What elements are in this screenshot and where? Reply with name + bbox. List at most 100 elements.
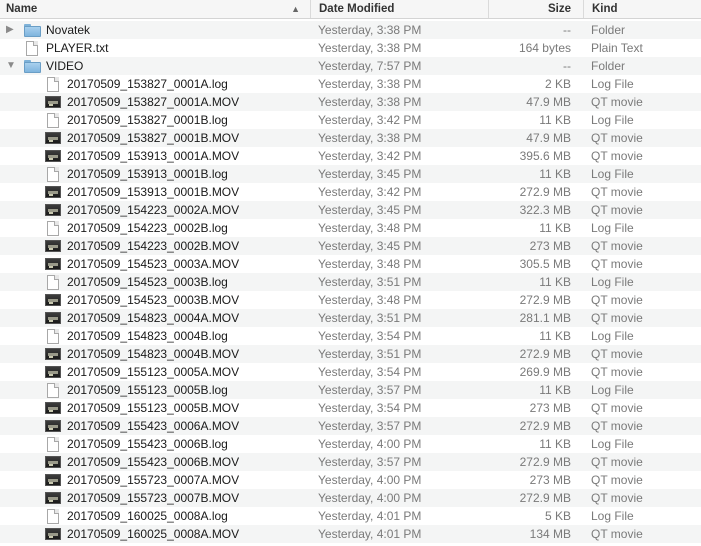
document-icon	[26, 41, 38, 56]
file-row[interactable]: 20170509_153913_0001B.MOV Yesterday, 3:42…	[0, 183, 701, 201]
file-row[interactable]: 20170509_154823_0004A.MOV Yesterday, 3:51…	[0, 309, 701, 327]
size-cell: 2 KB	[544, 77, 571, 91]
movie-thumbnail-icon	[45, 96, 61, 108]
date-modified-cell: Yesterday, 3:45 PM	[318, 203, 422, 217]
date-modified-cell: Yesterday, 3:42 PM	[318, 113, 422, 127]
file-row[interactable]: 20170509_154223_0002B.MOV Yesterday, 3:45…	[0, 237, 701, 255]
size-cell: 272.9 MB	[519, 293, 571, 307]
file-row[interactable]: 20170509_160025_0008A.MOV Yesterday, 4:01…	[0, 525, 701, 543]
name-cell: 20170509_153827_0001B.MOV	[0, 129, 310, 147]
file-row[interactable]: PLAYER.txt Yesterday, 3:38 PM 164 bytes Pla…	[0, 39, 701, 57]
movie-thumbnail-icon	[45, 150, 61, 162]
file-row[interactable]: 20170509_154523_0003B.log Yesterday, 3:51…	[0, 273, 701, 291]
kind-cell: QT movie	[591, 419, 643, 433]
file-name: 20170509_153913_0001A.MOV	[67, 149, 240, 163]
kind-cell: Log File	[591, 509, 634, 523]
file-name: VIDEO	[46, 59, 84, 73]
document-icon	[47, 509, 59, 524]
column-header-date-modified[interactable]: Date Modified	[310, 0, 488, 18]
size-cell: 269.9 MB	[519, 365, 571, 379]
kind-cell: Log File	[591, 167, 634, 181]
name-cell: 20170509_154223_0002A.MOV	[0, 201, 310, 219]
kind-cell: Log File	[591, 275, 634, 289]
folder-icon	[24, 60, 41, 73]
file-row[interactable]: 20170509_155423_0006B.log Yesterday, 4:00…	[0, 435, 701, 453]
size-cell: 305.5 MB	[519, 257, 571, 271]
size-cell: 322.3 MB	[519, 203, 571, 217]
size-cell: 273 MB	[529, 401, 571, 415]
column-header-size[interactable]: Size	[488, 0, 583, 18]
name-cell: 20170509_154523_0003A.MOV	[0, 255, 310, 273]
kind-cell: Plain Text	[591, 41, 643, 55]
name-cell: 20170509_155123_0005B.log	[0, 381, 310, 399]
size-cell: 272.9 MB	[519, 491, 571, 505]
file-name: 20170509_153913_0001B.MOV	[67, 185, 240, 199]
date-modified-cell: Yesterday, 3:57 PM	[318, 419, 422, 433]
file-row[interactable]: 20170509_154223_0002A.MOV Yesterday, 3:45…	[0, 201, 701, 219]
disclosure-collapsed-icon[interactable]: ▶	[6, 24, 16, 36]
kind-cell: QT movie	[591, 365, 643, 379]
file-row[interactable]: 20170509_153827_0001B.log Yesterday, 3:42…	[0, 111, 701, 129]
movie-thumbnail-icon	[45, 258, 61, 270]
file-row[interactable]: 20170509_155423_0006B.MOV Yesterday, 3:57…	[0, 453, 701, 471]
file-row[interactable]: 20170509_153827_0001A.MOV Yesterday, 3:38…	[0, 93, 701, 111]
file-name: 20170509_154823_0004A.MOV	[67, 311, 240, 325]
file-row[interactable]: 20170509_154523_0003B.MOV Yesterday, 3:48…	[0, 291, 701, 309]
file-row[interactable]: 20170509_153827_0001B.MOV Yesterday, 3:38…	[0, 129, 701, 147]
size-cell: 11 KB	[539, 221, 571, 235]
column-header-kind-label: Kind	[592, 3, 618, 15]
size-cell: 272.9 MB	[519, 455, 571, 469]
file-row[interactable]: 20170509_160025_0008A.log Yesterday, 4:01…	[0, 507, 701, 525]
kind-cell: Log File	[591, 113, 634, 127]
kind-cell: QT movie	[591, 203, 643, 217]
file-name: 20170509_154523_0003B.log	[67, 275, 228, 289]
date-modified-cell: Yesterday, 4:01 PM	[318, 527, 422, 541]
file-row[interactable]: 20170509_153913_0001A.MOV Yesterday, 3:42…	[0, 147, 701, 165]
file-row[interactable]: 20170509_155723_0007A.MOV Yesterday, 4:00…	[0, 471, 701, 489]
document-icon	[47, 383, 59, 398]
column-header-kind[interactable]: Kind	[583, 0, 701, 18]
date-modified-cell: Yesterday, 3:38 PM	[318, 131, 422, 145]
file-row[interactable]: 20170509_155123_0005B.MOV Yesterday, 3:54…	[0, 399, 701, 417]
file-row[interactable]: 20170509_155723_0007B.MOV Yesterday, 4:00…	[0, 489, 701, 507]
date-modified-cell: Yesterday, 3:54 PM	[318, 365, 422, 379]
file-row[interactable]: ▶ Novatek Yesterday, 3:38 PM -- Folder	[0, 21, 701, 39]
file-row[interactable]: 20170509_153913_0001B.log Yesterday, 3:45…	[0, 165, 701, 183]
file-name: 20170509_153913_0001B.log	[67, 167, 228, 181]
file-row[interactable]: 20170509_154823_0004B.log Yesterday, 3:54…	[0, 327, 701, 345]
file-name: 20170509_154223_0002A.MOV	[67, 203, 240, 217]
date-modified-cell: Yesterday, 3:54 PM	[318, 401, 422, 415]
file-name: 20170509_154523_0003B.MOV	[67, 293, 240, 307]
name-cell: 20170509_155123_0005A.MOV	[0, 363, 310, 381]
file-row[interactable]: 20170509_153827_0001A.log Yesterday, 3:38…	[0, 75, 701, 93]
date-modified-cell: Yesterday, 3:57 PM	[318, 383, 422, 397]
file-name: 20170509_155423_0006A.MOV	[67, 419, 240, 433]
file-row[interactable]: 20170509_154523_0003A.MOV Yesterday, 3:48…	[0, 255, 701, 273]
name-cell: 20170509_154223_0002B.MOV	[0, 237, 310, 255]
kind-cell: Folder	[591, 23, 626, 37]
movie-thumbnail-icon	[45, 348, 61, 360]
file-row[interactable]: ▼ VIDEO Yesterday, 7:57 PM -- Folder	[0, 57, 701, 75]
document-icon	[47, 221, 59, 236]
size-cell: --	[563, 23, 571, 37]
disclosure-expanded-icon[interactable]: ▼	[6, 60, 16, 72]
column-header-name-label: Name	[6, 3, 38, 15]
date-modified-cell: Yesterday, 7:57 PM	[318, 59, 422, 73]
kind-cell: Log File	[591, 329, 634, 343]
movie-thumbnail-icon	[45, 492, 61, 504]
file-row[interactable]: 20170509_154223_0002B.log Yesterday, 3:48…	[0, 219, 701, 237]
file-row[interactable]: 20170509_155423_0006A.MOV Yesterday, 3:57…	[0, 417, 701, 435]
name-cell: 20170509_155723_0007B.MOV	[0, 489, 310, 507]
file-name: 20170509_155123_0005B.log	[67, 383, 228, 397]
movie-thumbnail-icon	[45, 474, 61, 486]
kind-cell: QT movie	[591, 185, 643, 199]
movie-thumbnail-icon	[45, 186, 61, 198]
kind-cell: QT movie	[591, 401, 643, 415]
name-cell: 20170509_155423_0006A.MOV	[0, 417, 310, 435]
file-row[interactable]: 20170509_154823_0004B.MOV Yesterday, 3:51…	[0, 345, 701, 363]
file-row[interactable]: 20170509_155123_0005A.MOV Yesterday, 3:54…	[0, 363, 701, 381]
file-row[interactable]: 20170509_155123_0005B.log Yesterday, 3:57…	[0, 381, 701, 399]
movie-thumbnail-icon	[45, 366, 61, 378]
kind-cell: QT movie	[591, 257, 643, 271]
column-header-name[interactable]: Name ▲	[0, 0, 310, 18]
